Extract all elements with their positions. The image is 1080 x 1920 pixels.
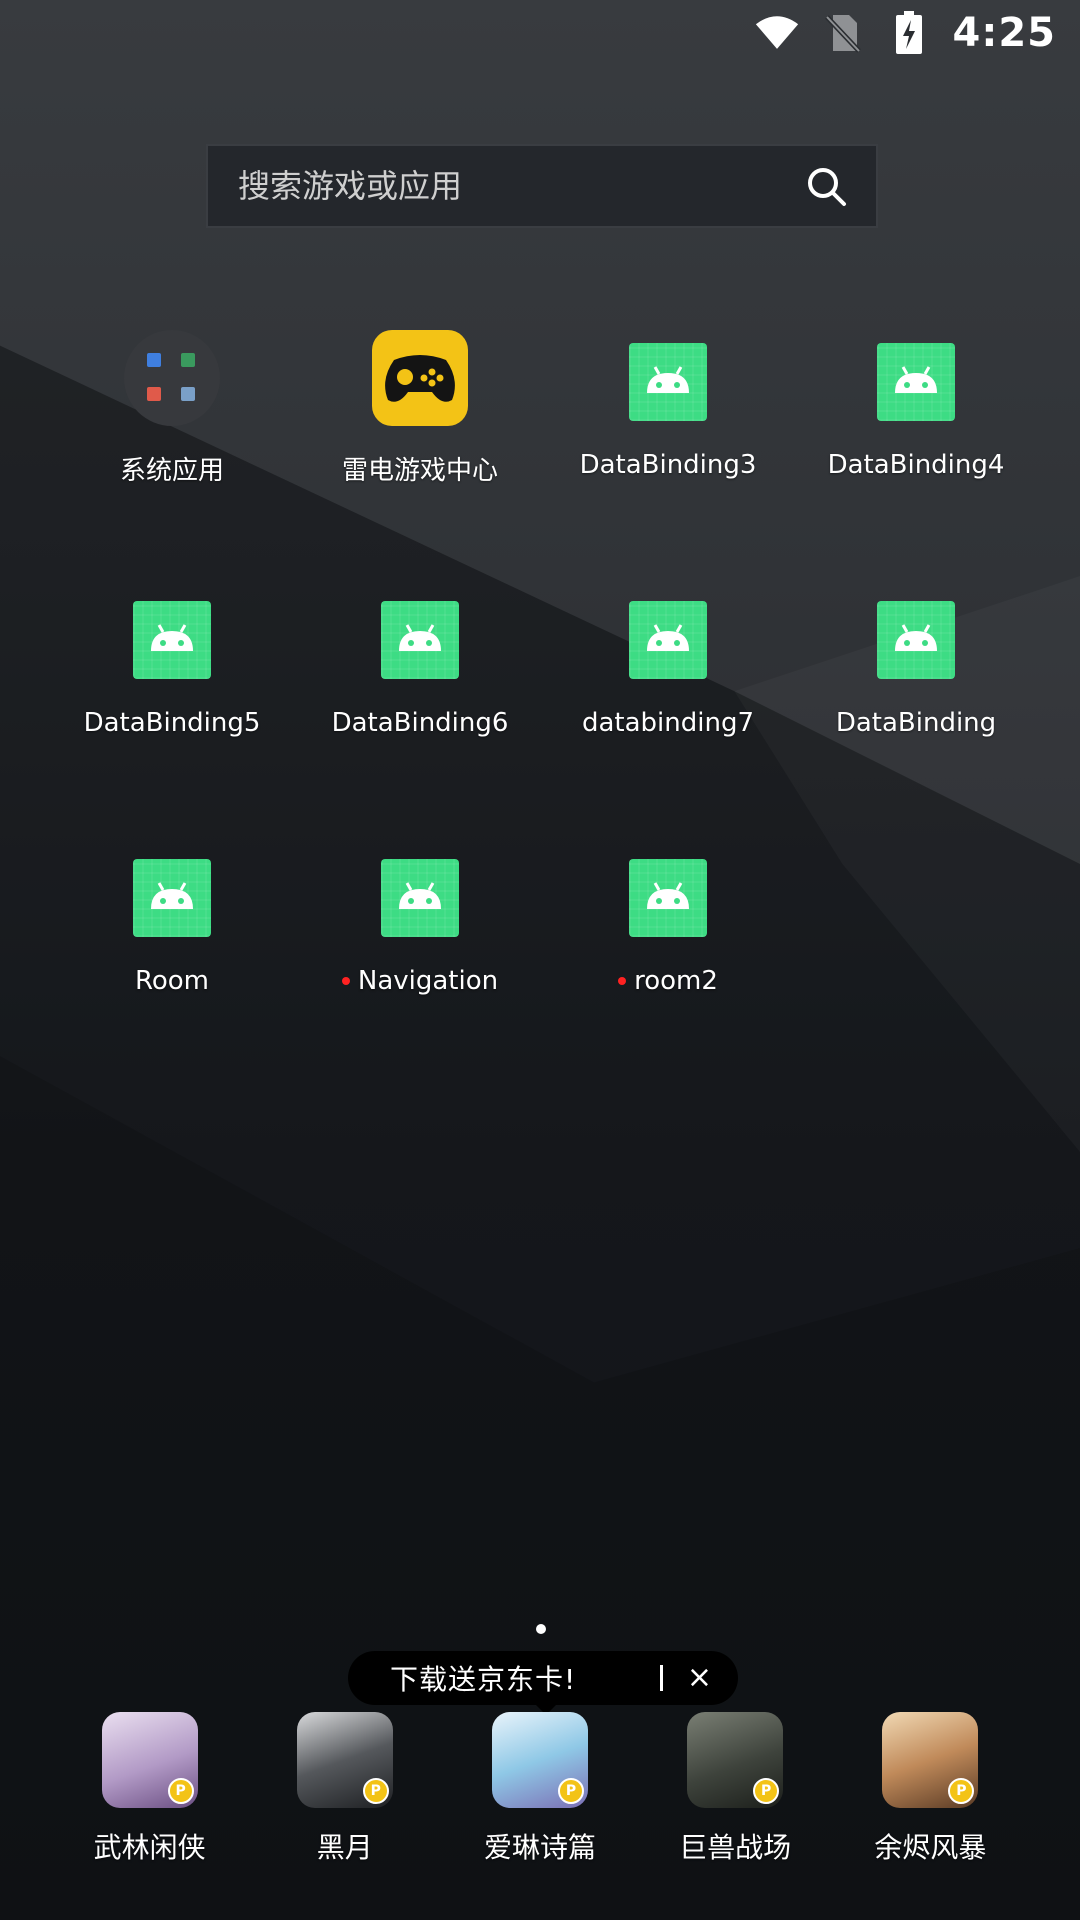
dock-app-wulin[interactable]: P 武林闲侠 xyxy=(60,1712,240,1902)
dock-label: 爱琳诗篇 xyxy=(483,1831,596,1864)
app-label: DataBinding4 xyxy=(827,450,1005,480)
game-icon: P xyxy=(491,1712,588,1808)
game-icon: P xyxy=(882,1712,979,1808)
new-badge-dot xyxy=(618,977,627,985)
app-label: Navigation xyxy=(341,966,498,996)
app-databinding6[interactable]: DataBinding6 xyxy=(296,588,544,778)
mini-app-icon xyxy=(147,387,161,401)
app-game-center[interactable]: 雷电游戏中心 xyxy=(296,330,544,520)
app-navigation[interactable]: Navigation xyxy=(296,846,544,1036)
dock-app-yujin[interactable]: P 余烬风暴 xyxy=(840,1712,1020,1902)
close-icon[interactable]: × xyxy=(687,1663,712,1693)
game-icon: P xyxy=(687,1712,784,1808)
android-icon xyxy=(877,343,955,421)
game-center-badge-icon: P xyxy=(948,1778,975,1804)
promo-text[interactable]: 下载送京东卡! xyxy=(390,1658,640,1698)
android-icon xyxy=(629,859,707,937)
game-icon: P xyxy=(296,1712,393,1808)
app-label: 系统应用 xyxy=(119,456,224,486)
status-time: 4:25 xyxy=(952,10,1056,56)
game-center-badge-icon: P xyxy=(167,1778,194,1804)
app-label: room2 xyxy=(618,966,718,996)
app-databinding7[interactable]: databinding7 xyxy=(544,588,792,778)
app-label: DataBinding6 xyxy=(331,708,509,738)
android-icon xyxy=(133,859,211,937)
dock: P 武林闲侠 P 黑月 P 爱琳诗篇 P 巨兽战场 P 余烬风暴 xyxy=(0,1712,1080,1902)
new-badge-dot xyxy=(341,977,350,985)
game-center-badge-icon: P xyxy=(362,1778,389,1804)
android-icon xyxy=(629,343,707,421)
dock-app-heiyue[interactable]: P 黑月 xyxy=(255,1712,435,1902)
game-center-badge-icon: P xyxy=(753,1778,780,1804)
dock-label: 黑月 xyxy=(316,1831,373,1864)
dock-app-jushou[interactable]: P 巨兽战场 xyxy=(645,1712,825,1902)
mini-app-icon xyxy=(181,387,195,401)
app-label: DataBinding xyxy=(835,708,997,738)
gamepad-icon xyxy=(372,330,468,426)
search-input[interactable] xyxy=(236,166,804,206)
search-box[interactable] xyxy=(206,144,878,228)
promo-separator xyxy=(659,1665,663,1691)
app-room2[interactable]: room2 xyxy=(544,846,792,1036)
dock-app-ailin[interactable]: P 爱琳诗篇 xyxy=(450,1712,630,1902)
dock-label: 武林闲侠 xyxy=(93,1831,206,1864)
app-databinding5[interactable]: DataBinding5 xyxy=(48,588,296,778)
android-icon xyxy=(381,859,459,937)
no-sim-icon xyxy=(821,11,865,55)
promo-bubble[interactable]: 下载送京东卡! × xyxy=(348,1651,738,1715)
battery-charging-icon xyxy=(887,11,931,55)
game-icon: P xyxy=(101,1712,198,1808)
dock-label: 余烬风暴 xyxy=(874,1831,987,1864)
app-label: databinding7 xyxy=(581,708,755,738)
android-icon xyxy=(629,601,707,679)
android-icon xyxy=(133,601,211,679)
dock-label: 巨兽战场 xyxy=(679,1831,792,1864)
app-label: DataBinding5 xyxy=(83,708,261,738)
search-icon[interactable] xyxy=(804,164,848,208)
mini-app-icon xyxy=(181,353,195,367)
app-databinding3[interactable]: DataBinding3 xyxy=(544,330,792,520)
app-databinding[interactable]: DataBinding xyxy=(792,588,1040,778)
android-icon xyxy=(381,601,459,679)
app-grid: 系统应用 雷电游戏中心 DataBinding3 DataBinding4 Da… xyxy=(0,330,1080,1036)
wifi-icon xyxy=(755,11,799,55)
app-databinding4[interactable]: DataBinding4 xyxy=(792,330,1040,520)
app-label: DataBinding3 xyxy=(579,450,757,480)
app-label: 雷电游戏中心 xyxy=(341,456,498,486)
page-indicator-dot[interactable] xyxy=(536,1624,546,1634)
folder-icon xyxy=(124,330,220,426)
app-room[interactable]: Room xyxy=(48,846,296,1036)
android-icon xyxy=(877,601,955,679)
app-label: Room xyxy=(134,966,210,996)
status-bar: 4:25 xyxy=(0,0,1080,66)
mini-app-icon xyxy=(147,353,161,367)
game-center-badge-icon: P xyxy=(557,1778,584,1804)
app-system-apps[interactable]: 系统应用 xyxy=(48,330,296,520)
